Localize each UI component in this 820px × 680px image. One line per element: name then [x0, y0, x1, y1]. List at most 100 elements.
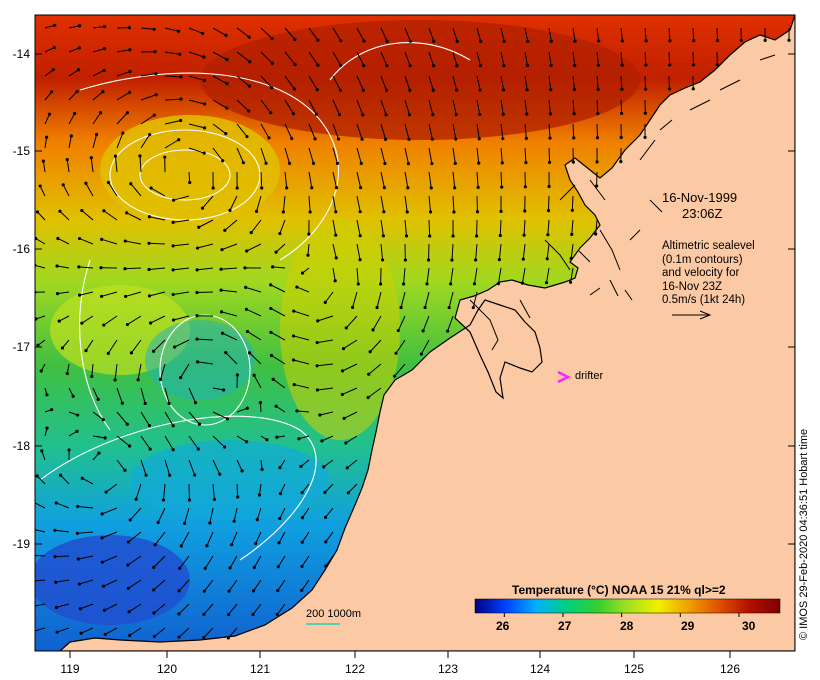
velocity-arrow-head: [322, 465, 326, 469]
velocity-arrow-head: [428, 210, 433, 214]
velocity-arrow-head: [323, 300, 327, 304]
velocity-arrow-head: [337, 113, 342, 117]
velocity-arrow-head: [236, 495, 240, 499]
velocity-arrow-head: [306, 253, 310, 257]
velocity-arrow-head: [195, 268, 199, 272]
velocity-arrow-head: [362, 39, 366, 43]
velocity-arrow-head: [523, 185, 527, 189]
velocity-arrow-head: [521, 257, 525, 261]
velocity-arrow-head: [75, 531, 79, 535]
velocity-arrow-head: [573, 63, 577, 67]
velocity-arrow-head: [667, 87, 672, 91]
velocity-arrow-head: [334, 256, 338, 260]
velocity-arrow-head: [149, 186, 153, 190]
velocity-arrow-head: [547, 160, 552, 164]
velocity-arrow-head: [100, 512, 104, 516]
velocity-arrow-head: [307, 232, 311, 236]
velocity-arrow-head: [431, 113, 435, 117]
velocity-arrow-head: [300, 490, 304, 495]
velocity-arrow-head: [300, 588, 304, 592]
velocity-arrow-head: [644, 63, 648, 67]
velocity-arrow-head: [643, 135, 647, 139]
velocity-arrow-head: [124, 294, 128, 299]
velocity-arrow-head: [195, 246, 200, 250]
velocity-arrow-head: [36, 343, 40, 347]
velocity-arrow-head: [227, 589, 231, 593]
velocity-arrow-head: [595, 136, 600, 140]
velocity-arrow-head: [251, 612, 255, 617]
lon-label: 126: [720, 662, 740, 676]
velocity-arrow-head: [77, 24, 82, 28]
velocity-arrow-head: [548, 112, 553, 116]
velocity-arrow-head: [125, 211, 129, 215]
velocity-arrow-head: [228, 208, 232, 212]
velocity-arrow-head: [692, 39, 696, 43]
velocity-arrow-head: [315, 364, 319, 368]
velocity-arrow-head: [144, 473, 148, 477]
velocity-arrow: [692, 27, 695, 41]
velocity-arrow: [196, 291, 214, 294]
velocity-arrow-head: [56, 236, 60, 241]
velocity-arrow-head: [382, 210, 386, 214]
velocity-arrow-head: [569, 256, 573, 260]
velocity-arrow-head: [65, 158, 69, 162]
velocity-arrow-head: [136, 378, 140, 382]
velocity-arrow-head: [52, 45, 56, 50]
velocity-arrow-head: [161, 498, 166, 502]
velocity-arrow-head: [177, 29, 181, 33]
velocity-arrow-head: [313, 137, 317, 141]
velocity-arrow-head: [54, 605, 59, 609]
velocity-arrow-head: [334, 233, 338, 237]
velocity-arrow-head: [447, 305, 451, 310]
velocity-arrow-head: [691, 87, 695, 91]
velocity-arrow-head: [573, 39, 577, 43]
velocity-arrow-head: [496, 281, 501, 286]
velocity-arrow-head: [47, 112, 52, 116]
velocity-arrow-head: [101, 90, 105, 94]
velocity-arrow-head: [128, 48, 132, 52]
velocity-arrow-head: [202, 151, 206, 155]
velocity-arrow-head: [127, 444, 132, 448]
velocity-arrow-head: [270, 36, 274, 41]
velocity-arrow-head: [453, 161, 457, 165]
velocity-arrow-head: [153, 543, 157, 547]
velocity-arrow-head: [61, 183, 65, 187]
velocity-arrow-head: [222, 388, 226, 392]
velocity-arrow-head: [200, 31, 205, 35]
velocity-arrow-head: [76, 557, 80, 561]
lon-label: 121: [250, 662, 270, 676]
velocity-arrow-head: [245, 329, 250, 334]
velocity-arrow-head: [31, 579, 34, 582]
velocity-arrow-head: [84, 181, 88, 185]
velocity-arrow-head: [522, 233, 526, 237]
velocity-arrow-head: [524, 160, 528, 165]
velocity-arrow-head: [619, 160, 623, 164]
velocity-arrow-head: [498, 233, 502, 238]
velocity-arrow-head: [318, 413, 322, 417]
velocity-arrow-head: [148, 132, 152, 137]
velocity-arrow-head: [78, 607, 82, 611]
velocity-arrow-head: [257, 493, 262, 497]
velocity-arrow-head: [103, 632, 107, 636]
velocity-arrow-head: [572, 136, 576, 140]
velocity-arrow-head: [292, 382, 296, 387]
velocity-arrow-head: [449, 282, 453, 286]
velocity-arrow-head: [151, 349, 156, 353]
velocity-arrow-head: [431, 88, 435, 92]
velocity-arrow-head: [225, 417, 230, 421]
velocity-arrow-head: [218, 472, 222, 476]
velocity-arrow-head: [152, 565, 156, 569]
velocity-arrow-head: [127, 610, 131, 614]
velocity-arrow-head: [290, 136, 294, 141]
drifter-label: drifter: [575, 370, 604, 382]
velocity-arrow-head: [270, 61, 274, 65]
velocity-arrow-head: [300, 516, 305, 520]
velocity-arrow-head: [421, 329, 425, 333]
velocity-arrow-head: [260, 186, 264, 190]
velocity-arrow-head: [497, 258, 501, 262]
velocity-arrow-head: [619, 135, 623, 140]
velocity-arrow-head: [127, 26, 132, 30]
velocity-arrow-head: [154, 72, 158, 76]
velocity-arrow-head: [407, 113, 412, 117]
colorbar-label: 26: [496, 619, 510, 633]
